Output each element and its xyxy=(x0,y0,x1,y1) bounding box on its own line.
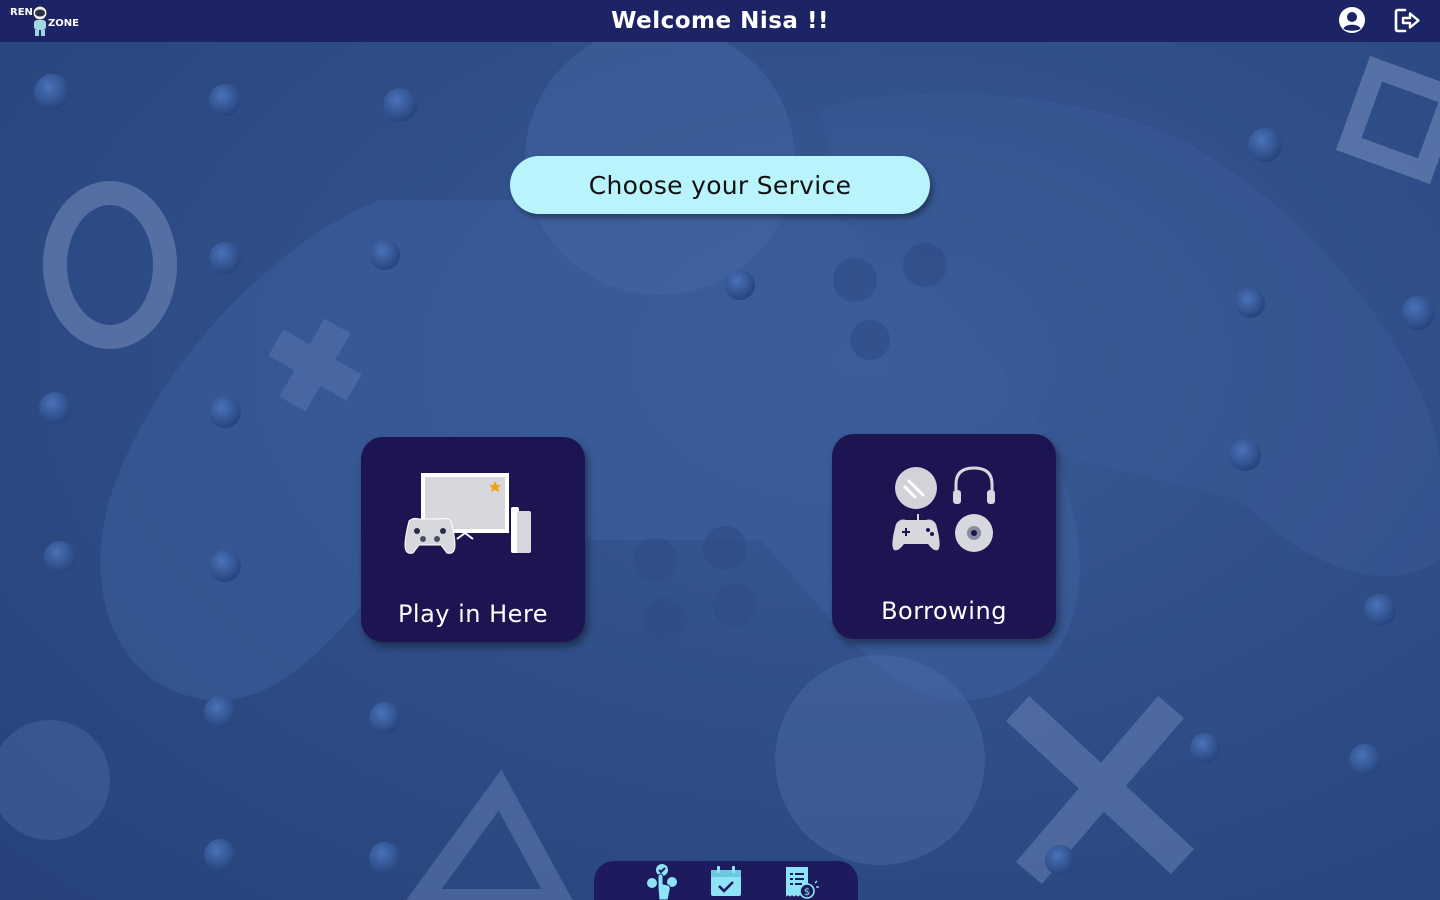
borrowing-label: Borrowing xyxy=(881,597,1007,625)
select-service-icon[interactable] xyxy=(640,863,680,900)
svg-text:$: $ xyxy=(804,887,810,898)
tv-console-controller-icon xyxy=(404,473,531,554)
bottom-navigation: $ xyxy=(594,861,858,900)
logout-icon[interactable] xyxy=(1394,7,1421,34)
background-decoration xyxy=(0,0,1440,900)
user-circle-icon[interactable] xyxy=(1338,6,1366,34)
play-in-here-card[interactable]: Play in Here xyxy=(361,437,585,642)
choose-service-heading: Choose your Service xyxy=(510,156,930,214)
app-logo[interactable]: REN ZONE xyxy=(8,4,79,38)
logo-text-zone: ZONE xyxy=(48,18,79,29)
calendar-check-icon[interactable] xyxy=(706,863,746,900)
borrowing-card[interactable]: Borrowing xyxy=(832,434,1056,639)
bill-receipt-icon[interactable]: $ xyxy=(780,863,820,900)
astronaut-logo-icon xyxy=(32,5,48,36)
top-bar: REN ZONE Welcome Nisa !! xyxy=(0,0,1440,42)
play-in-here-label: Play in Here xyxy=(397,600,549,628)
rental-equipment-icon xyxy=(892,466,995,552)
welcome-title: Welcome Nisa !! xyxy=(611,8,829,34)
